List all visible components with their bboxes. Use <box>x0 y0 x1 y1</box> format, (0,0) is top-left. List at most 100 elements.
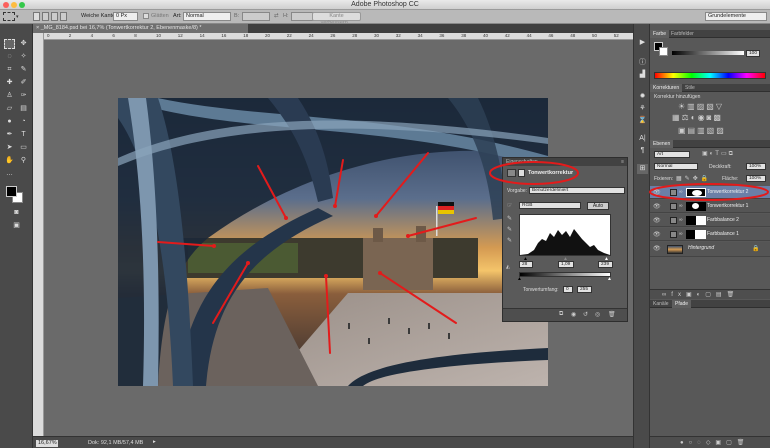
foreground-color-swatch[interactable] <box>6 186 17 197</box>
lock-icons[interactable]: ▦✎✥🔒 <box>676 175 711 182</box>
healing-brush-icon[interactable]: ✚ <box>4 78 15 88</box>
eyedropper-icon[interactable]: ✎ <box>18 65 29 75</box>
link-icon[interactable]: ∞ <box>679 203 683 209</box>
paths-footer-icons[interactable]: ●○◌◇▣▢🗑 <box>680 439 749 446</box>
adjustment-icons-row-1[interactable]: ☀▥▨▧▽ <box>678 102 724 111</box>
close-tab-icon[interactable]: × <box>36 25 39 31</box>
character-icon[interactable]: A| <box>637 134 648 144</box>
layer-filter-select[interactable]: Art <box>654 151 690 158</box>
tab-pfade[interactable]: Pfade <box>672 300 692 308</box>
delete-adjustment-icon[interactable]: 🗑 <box>608 311 616 318</box>
layer-row-farbbalance-2[interactable]: 👁 ∞ Farbbalance 2 <box>650 214 770 227</box>
link-icon[interactable]: ∞ <box>679 217 683 223</box>
pen-icon[interactable]: ✒ <box>4 130 15 140</box>
more-tools-icon[interactable]: … <box>4 169 15 179</box>
preset-select[interactable]: Benutzerdefiniert <box>529 187 625 194</box>
move-tool-icon[interactable]: ✥ <box>18 39 29 49</box>
background-thumbnail[interactable] <box>667 245 683 254</box>
layer-mask-thumbnail[interactable] <box>686 230 706 239</box>
adjustment-icons-row-3[interactable]: ▣▤▥▧▨ <box>678 126 726 135</box>
eye-icon[interactable]: 👁 <box>653 203 661 210</box>
output-black-field[interactable]: 0 <box>563 286 573 293</box>
weiche-kante-input[interactable]: 0 Px <box>113 12 138 21</box>
path-selection-icon[interactable]: ➤ <box>4 143 15 153</box>
subtract-selection-icon[interactable] <box>51 12 58 21</box>
tab-farbe[interactable]: Farbe <box>650 30 670 38</box>
blur-icon[interactable]: ● <box>4 117 15 127</box>
rect-marquee-icon[interactable] <box>4 39 15 49</box>
output-black-slider[interactable]: ▲ <box>517 276 522 282</box>
play-icon[interactable]: ▶ <box>637 38 648 48</box>
status-menu-icon[interactable]: ▸ <box>153 439 156 445</box>
dodge-icon[interactable]: ◔ <box>18 117 29 127</box>
tab-stile[interactable]: Stile <box>682 84 698 92</box>
eye-icon[interactable]: 👁 <box>653 231 661 238</box>
history-icon[interactable]: ⌛ <box>637 116 648 126</box>
properties-panel-icon[interactable]: ⊞ <box>637 164 648 174</box>
clip-to-layer-icon[interactable]: ⧉ <box>559 311 563 318</box>
hand-adjust-icon[interactable]: ☞ <box>507 202 512 209</box>
lasso-icon[interactable]: ◌ <box>4 52 15 62</box>
color-spectrum[interactable] <box>654 72 766 79</box>
add-selection-icon[interactable] <box>42 12 49 21</box>
clone-source-icon[interactable]: ⚘ <box>637 104 648 114</box>
zoom-level[interactable]: 16,67% <box>36 440 58 447</box>
paragraph-icon[interactable]: ¶ <box>637 146 648 156</box>
stamp-icon[interactable]: ♙ <box>4 91 15 101</box>
histogram-icon[interactable]: ▟ <box>637 70 648 80</box>
layer-mask-thumbnail[interactable] <box>686 202 706 211</box>
channel-select[interactable]: RGB <box>519 202 581 209</box>
history-brush-icon[interactable]: ✑ <box>18 91 29 101</box>
marquee-tool-preset-icon[interactable] <box>3 12 15 21</box>
shape-icon[interactable]: ▭ <box>18 143 29 153</box>
output-white-slider[interactable]: ▲ <box>607 276 612 282</box>
chevron-down-icon[interactable]: ▾ <box>16 14 19 20</box>
input-gamma-field[interactable]: 1,09 <box>558 261 574 268</box>
brush-icon[interactable]: ✐ <box>18 78 29 88</box>
crop-icon[interactable]: ⌗ <box>4 65 15 75</box>
k-slider[interactable] <box>672 51 744 55</box>
art-select[interactable]: Normal <box>183 12 231 21</box>
layer-row-hintergrund[interactable]: 👁 Hintergrund 🔒 <box>650 242 770 257</box>
hand-icon[interactable]: ✋ <box>4 156 15 166</box>
document-tab[interactable]: × _MG_8184.psd bei 16,7% (Tonwertkorrekt… <box>33 24 248 33</box>
quick-mask-icon[interactable]: ◙ <box>11 208 22 218</box>
color-background-swatch[interactable] <box>659 47 668 56</box>
fill-field[interactable]: 100% <box>746 175 766 182</box>
clipping-icon[interactable]: ◭ <box>506 264 510 270</box>
tab-ebenen[interactable]: Ebenen <box>650 140 674 148</box>
layer-filter-icons[interactable]: ▣◐T▭⧉ <box>702 150 735 158</box>
blend-mode-select[interactable]: Normal <box>654 163 698 170</box>
workspace-select[interactable]: Grundelemente <box>705 12 767 21</box>
layer-mask-thumbnail[interactable] <box>686 216 706 225</box>
layer-row-farbbalance-1[interactable]: 👁 ∞ Farbbalance 1 <box>650 228 770 241</box>
visibility-icon[interactable]: ◎ <box>595 311 600 318</box>
auto-button[interactable]: Auto <box>587 202 609 210</box>
reset-icon[interactable]: ↺ <box>583 311 588 318</box>
color-value-field[interactable]: 100 <box>746 50 760 57</box>
document-image[interactable] <box>118 98 548 386</box>
brush-preset-icon[interactable]: ✹ <box>637 92 648 102</box>
tab-korrekturen[interactable]: Korrekturen <box>650 84 683 92</box>
type-icon[interactable]: T <box>18 130 29 140</box>
zoom-icon[interactable]: ⚲ <box>18 156 29 166</box>
glaetten-checkbox[interactable] <box>143 13 149 19</box>
black-eyedropper-icon[interactable]: ✎ <box>507 215 512 222</box>
swap-icon[interactable]: ⇄ <box>274 13 279 19</box>
tab-kanaele[interactable]: Kanäle <box>650 300 672 308</box>
width-input[interactable] <box>242 12 270 21</box>
panel-menu-icon[interactable]: ≡ <box>621 159 624 165</box>
link-icon[interactable]: ∞ <box>679 231 683 237</box>
new-selection-icon[interactable] <box>33 12 40 21</box>
white-eyedropper-icon[interactable]: ✎ <box>507 237 512 244</box>
view-previous-icon[interactable]: ◉ <box>571 311 576 318</box>
opacity-field[interactable]: 100% <box>746 163 766 170</box>
input-white-field[interactable]: 239 <box>598 261 613 268</box>
eye-icon[interactable]: 👁 <box>653 217 661 224</box>
output-white-field[interactable]: 255 <box>577 286 592 293</box>
eye-icon[interactable]: 👁 <box>653 245 661 252</box>
magic-wand-icon[interactable]: ✧ <box>18 52 29 62</box>
adjustment-icons-row-2[interactable]: ▦⚖◐◉◙▩ <box>672 113 723 122</box>
layers-footer-icons[interactable]: ∞fx▣◐▢▤🗑 <box>662 291 739 298</box>
gradient-icon[interactable]: ▤ <box>18 104 29 114</box>
